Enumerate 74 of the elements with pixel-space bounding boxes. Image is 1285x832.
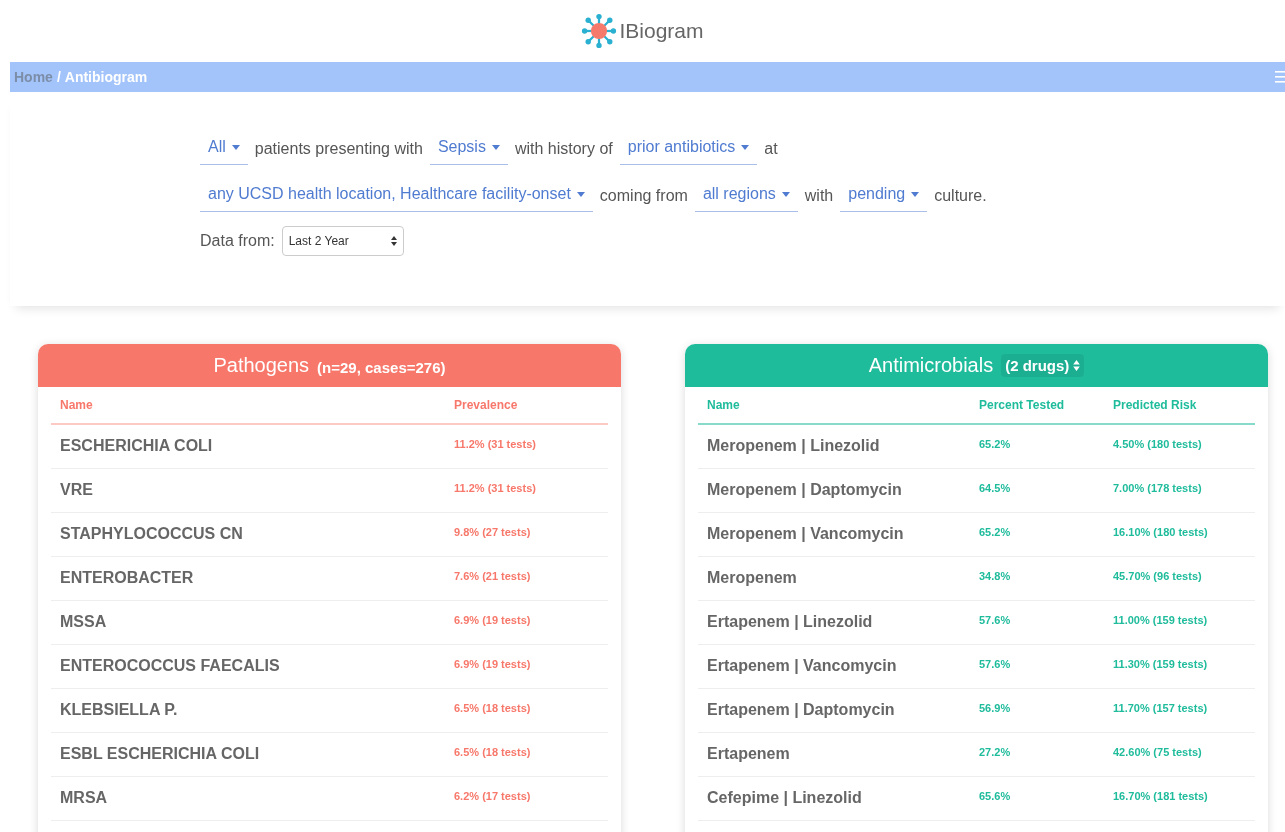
percent-tested: 56.9% [978,701,1012,714]
drug-name: Meropenem | Vancomycin [706,524,905,543]
predicted-risk: 7.00% (178 tests) [1112,481,1203,494]
column-header: Predicted Risk [1112,398,1198,412]
logo-text: IBiogram [619,19,704,43]
period-select[interactable]: Last 2 Year [281,226,404,256]
filter-dropdown[interactable]: All [200,132,248,165]
column-header: Name [706,398,741,412]
breadcrumb-separator: / [56,69,61,85]
drug-name: Meropenem | Linezolid [706,436,881,455]
prevalence-value: 6.5% (18 tests) [453,701,532,714]
logo-icon [581,13,618,49]
prevalence-value: 11.2% (31 tests) [453,437,537,450]
predicted-risk: 11.30% (159 tests) [1112,657,1209,670]
menu-icon[interactable] [1275,70,1285,84]
pathogen-name: VRE [59,480,94,499]
drug-name: Cefepime | Linezolid [706,788,863,807]
prevalence-value: 7.6% (21 tests) [453,569,532,582]
pathogen-name: ENTEROCOCCUS FAECALIS [59,656,281,675]
pathogen-name: MSSA [59,612,108,631]
filter-text: with history of [514,139,613,158]
filter-text: with [804,186,834,205]
filter-dropdown[interactable]: any UCSD health location, Healthcare facility-onset [200,179,593,212]
drug-name: Meropenem | Daptomycin [706,480,903,499]
drug-name: Ertapenem | Linezolid [706,612,874,631]
percent-tested: 57.6% [978,613,1012,626]
filter-text: coming from [599,186,688,205]
filter-dropdown[interactable]: Sepsis [429,132,508,165]
filter-dropdown[interactable]: pending [840,179,928,212]
card-subtitle: (n=29, cases=276) [317,357,446,376]
percent-tested: 65.6% [978,789,1012,802]
column-header: Prevalence [453,398,519,412]
percent-tested: 65.2% [978,525,1012,538]
drug-name: Ertapenem [706,744,791,763]
predicted-risk: 11.70% (157 tests) [1112,701,1209,714]
predicted-risk: 16.70% (181 tests) [1112,789,1209,802]
drug-count-select[interactable]: (2 drugs) [1001,354,1085,377]
filter-dropdown[interactable]: all regions [694,179,798,212]
prevalence-value: 6.9% (19 tests) [453,657,532,670]
percent-tested: 34.8% [978,569,1012,582]
pathogen-name: ENTEROBACTER [59,568,195,587]
pathogen-name: ESCHERICHIA COLI [59,436,214,455]
predicted-risk: 42.60% (75 tests) [1112,745,1203,758]
card-title: Pathogens [213,354,310,377]
column-header: Name [59,398,94,412]
drug-name: Meropenem [706,568,798,587]
filter-text: at [764,139,778,158]
percent-tested: 57.6% [978,657,1012,670]
updown-arrows-icon [1073,360,1081,371]
filter-text: culture. [934,186,987,205]
predicted-risk: 4.50% (180 tests) [1112,437,1203,450]
pathogen-name: MRSA [59,788,109,807]
percent-tested: 27.2% [978,745,1012,758]
pathogen-name: ESBL ESCHERICHIA COLI [59,744,261,763]
filter-dropdown[interactable]: prior antibiotics [619,132,758,165]
prevalence-value: 6.5% (18 tests) [453,745,532,758]
predicted-risk: 16.10% (180 tests) [1112,525,1209,538]
prevalence-value: 11.2% (31 tests) [453,481,537,494]
pathogen-name: STAPHYLOCOCCUS CN [59,524,244,543]
filter-text: patients presenting with [254,139,423,158]
drug-name: Ertapenem | Daptomycin [706,700,896,719]
updown-arrows-icon [390,236,397,246]
prevalence-value: 6.9% (19 tests) [453,613,532,626]
drug-name: Ertapenem | Vancomycin [706,656,898,675]
data-from-label: Data from: [200,232,275,250]
prevalence-value: 6.2% (17 tests) [453,789,532,802]
predicted-risk: 11.00% (159 tests) [1112,613,1209,626]
percent-tested: 64.5% [978,481,1012,494]
pathogen-name: KLEBSIELLA P. [59,700,179,719]
column-header: Percent Tested [978,398,1066,412]
prevalence-value: 9.8% (27 tests) [453,525,532,538]
predicted-risk: 45.70% (96 tests) [1112,569,1203,582]
percent-tested: 65.2% [978,437,1012,450]
card-title: Antimicrobials [868,354,994,377]
